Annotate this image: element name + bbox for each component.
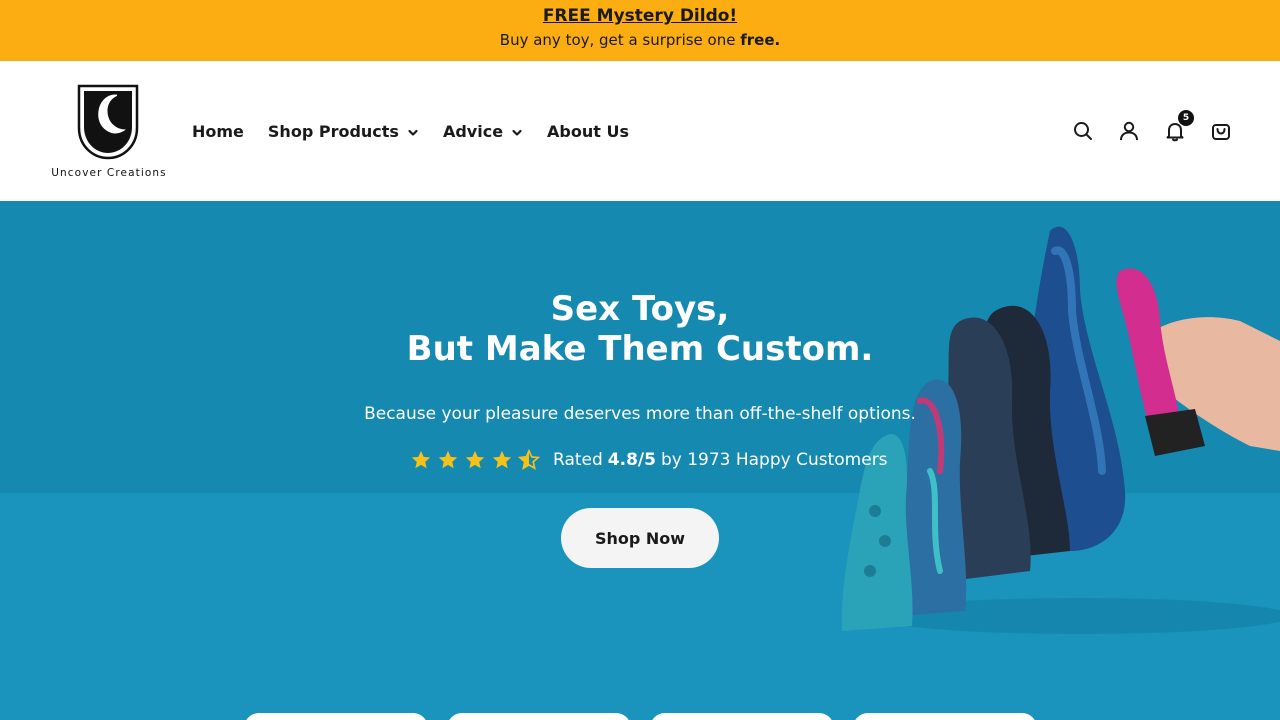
star-icon — [438, 450, 458, 469]
hero-title-line1: Sex Toys, — [550, 289, 730, 329]
nav-item-label: Shop Products — [267, 121, 399, 141]
category-pill[interactable] — [853, 713, 1037, 720]
category-pill[interactable] — [244, 713, 428, 720]
nav-item-shop-products[interactable]: Shop Products — [268, 122, 419, 141]
announcement-subtitle: Buy any toy, get a surprise one free. — [0, 31, 1280, 49]
site-header: Uncover Creations Home Shop Products Adv… — [0, 61, 1280, 201]
search-button[interactable] — [1070, 118, 1096, 144]
hero-section: Sex Toys, But Make Them Custom. Because … — [0, 201, 1280, 720]
shield-moon-logo-icon — [77, 84, 139, 160]
brand-logo[interactable]: Uncover Creations — [46, 84, 172, 182]
product-image — [841, 226, 1280, 634]
account-button[interactable] — [1116, 118, 1142, 144]
category-pill[interactable] — [447, 713, 631, 720]
search-icon — [1074, 122, 1092, 140]
user-icon — [1120, 121, 1138, 141]
nav-item-label: Advice — [442, 121, 504, 141]
star-icon — [411, 450, 431, 469]
category-pill[interactable] — [650, 713, 834, 720]
star-icon — [465, 450, 485, 469]
rating-summary: Rated 4.8/5 by 1973 Happy Customers — [410, 449, 888, 471]
chevron-down-icon — [512, 129, 522, 136]
rating-prefix: Rated — [553, 450, 603, 470]
announcement-link[interactable]: FREE Mystery Dildo! — [543, 6, 737, 26]
brand-name: Uncover Creations — [51, 167, 167, 179]
announcement-subtitle-text: Buy any toy, get a surprise one — [499, 31, 736, 49]
main-nav: Home Shop Products Advice About Us — [192, 118, 653, 144]
nav-item-label: Home — [192, 121, 244, 141]
rating-value: 4.8/5 — [607, 450, 656, 470]
shop-now-button[interactable]: Shop Now — [561, 508, 719, 568]
rating-suffix: by 1973 Happy Customers — [660, 450, 888, 470]
announcement-subtitle-bold: free. — [740, 31, 781, 49]
notifications-button[interactable]: 5 — [1162, 110, 1194, 144]
nav-item-label: About Us — [547, 121, 629, 141]
chevron-down-icon — [408, 129, 418, 136]
hero-title: Sex Toys, But Make Them Custom. — [340, 289, 940, 369]
notification-count-badge: 5 — [1178, 110, 1194, 126]
cart-button[interactable] — [1208, 118, 1234, 144]
announcement-bar: FREE Mystery Dildo! Buy any toy, get a s… — [0, 0, 1280, 61]
hero-subtitle: Because your pleasure deserves more than… — [364, 404, 916, 424]
star-rating — [410, 449, 545, 471]
half-star-icon — [518, 449, 540, 470]
nav-item-advice[interactable]: Advice — [443, 122, 523, 141]
nav-item-about-us[interactable]: About Us — [547, 122, 629, 141]
shopping-bag-icon — [1212, 124, 1230, 140]
nav-item-home[interactable]: Home — [192, 122, 244, 141]
header-actions: 5 — [1050, 110, 1234, 144]
star-icon — [492, 450, 512, 469]
hero-title-line2: But Make Them Custom. — [406, 329, 874, 369]
